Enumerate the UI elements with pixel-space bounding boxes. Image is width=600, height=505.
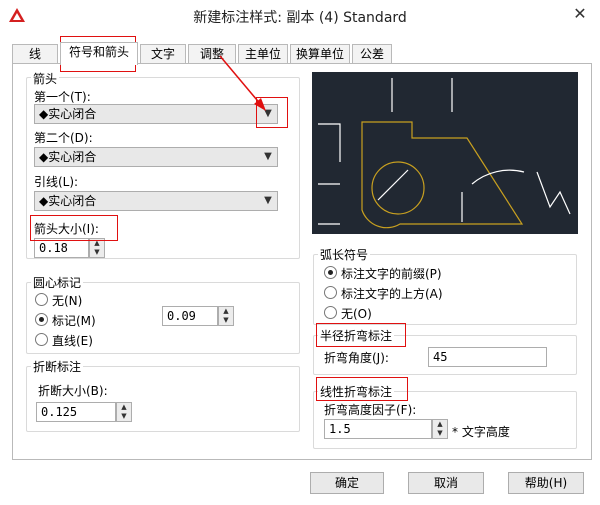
first-arrow-label: 第一个(T): [34, 90, 91, 104]
break-size-label: 折断大小(B): [38, 384, 108, 398]
tab-lines[interactable]: 线 [12, 44, 58, 64]
spin-up-icon[interactable]: ▲ [433, 420, 447, 429]
spin-down-icon[interactable]: ▼ [433, 429, 447, 438]
spin-up-icon[interactable]: ▲ [117, 403, 131, 412]
tab-alternate-units[interactable]: 换算单位 [290, 44, 350, 64]
arrowheads-group-title: 箭头 [31, 70, 60, 87]
dimension-break-group-title: 折断标注 [31, 358, 84, 375]
window-title: 新建标注样式: 副本 (4) Standard [193, 10, 407, 26]
center-marks-group-title: 圆心标记 [31, 274, 84, 291]
title-bar: 新建标注样式: 副本 (4) Standard ✕ [0, 0, 600, 32]
radius-jog-group-title: 半径折弯标注 [318, 327, 395, 344]
chevron-down-icon[interactable]: ▼ [262, 148, 274, 166]
arc-prefix-label: 标注文字的前缀(P) [341, 267, 442, 281]
second-arrow-select[interactable]: ◆实心闭合 ▼ [34, 147, 278, 167]
jog-height-factor-stepper[interactable]: ▲ ▼ [432, 419, 448, 439]
center-none-label: 无(N) [52, 294, 83, 308]
first-arrow-select[interactable]: ◆实心闭合 ▼ [34, 104, 278, 124]
jog-height-factor-input[interactable]: 1.5 [324, 419, 432, 439]
center-line-label: 直线(E) [52, 334, 93, 348]
second-arrow-label: 第二个(D): [34, 131, 93, 145]
jog-height-factor-label: 折弯高度因子(F): [324, 403, 417, 417]
leader-arrow-value: ◆实心闭合 [39, 194, 97, 208]
text-height-suffix: * 文字高度 [452, 425, 510, 439]
arc-none-label: 无(O) [341, 307, 372, 321]
center-none-radio[interactable] [35, 293, 48, 306]
leader-arrow-label: 引线(L): [34, 175, 79, 189]
arc-none-radio[interactable] [324, 306, 337, 319]
break-size-stepper[interactable]: ▲ ▼ [116, 402, 132, 422]
spin-down-icon[interactable]: ▼ [219, 316, 233, 325]
dimension-break-group [26, 366, 300, 432]
arc-above-radio[interactable] [324, 286, 337, 299]
arrow-size-label: 箭头大小(I): [34, 222, 99, 236]
center-mark-size-input[interactable]: 0.09 [162, 306, 218, 326]
tab-fit[interactable]: 调整 [188, 44, 236, 64]
arc-above-label: 标注文字的上方(A) [341, 287, 443, 301]
center-mark-label: 标记(M) [52, 314, 96, 328]
arc-prefix-radio[interactable] [324, 266, 337, 279]
tab-primary-units[interactable]: 主单位 [238, 44, 288, 64]
tab-strip: 线 符号和箭头 文字 调整 主单位 换算单位 公差 [12, 42, 592, 65]
spin-up-icon[interactable]: ▲ [219, 307, 233, 316]
spin-down-icon[interactable]: ▼ [117, 412, 131, 421]
chevron-down-icon[interactable]: ▼ [262, 105, 274, 123]
leader-arrow-select[interactable]: ◆实心闭合 ▼ [34, 191, 278, 211]
second-arrow-value: ◆实心闭合 [39, 150, 97, 164]
first-arrow-value: ◆实心闭合 [39, 107, 97, 121]
tab-tolerances[interactable]: 公差 [352, 44, 392, 64]
center-mark-size-stepper[interactable]: ▲ ▼ [218, 306, 234, 326]
break-size-input[interactable]: 0.125 [36, 402, 116, 422]
close-icon[interactable]: ✕ [570, 4, 590, 24]
arc-length-group-title: 弧长符号 [318, 246, 371, 263]
cancel-button[interactable]: 取消 [408, 472, 484, 494]
jog-angle-label: 折弯角度(J): [324, 351, 389, 365]
jog-angle-input[interactable]: 45 [428, 347, 547, 367]
linear-jog-group-title: 线性折弯标注 [318, 383, 395, 400]
arrow-size-input[interactable]: 0.18 [34, 238, 89, 258]
ok-button[interactable]: 确定 [310, 472, 384, 494]
chevron-down-icon[interactable]: ▼ [262, 192, 274, 210]
dimension-preview [312, 72, 578, 234]
spin-down-icon[interactable]: ▼ [90, 248, 104, 257]
center-mark-radio[interactable] [35, 313, 48, 326]
tab-symbols-arrows[interactable]: 符号和箭头 [60, 42, 138, 65]
arrow-size-stepper[interactable]: ▲ ▼ [89, 238, 105, 258]
tab-text[interactable]: 文字 [140, 44, 186, 64]
help-button[interactable]: 帮助(H) [508, 472, 584, 494]
center-line-radio[interactable] [35, 333, 48, 346]
spin-up-icon[interactable]: ▲ [90, 239, 104, 248]
